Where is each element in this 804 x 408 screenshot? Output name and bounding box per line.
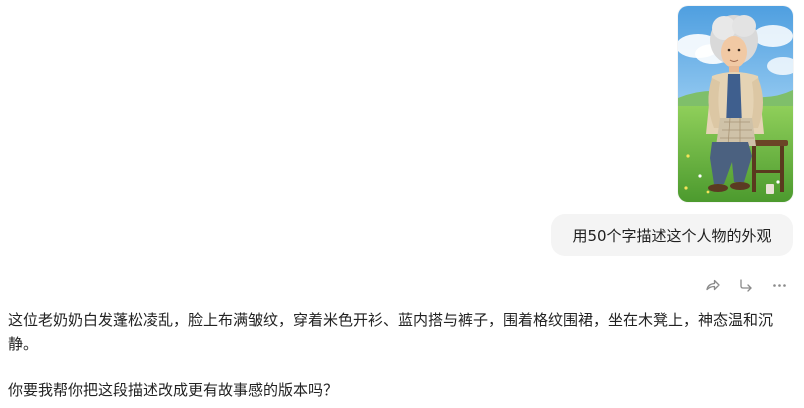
more-icon [771,277,788,294]
elderly-woman-illustration [678,6,793,202]
more-button[interactable] [768,274,790,296]
user-message-text: 用50个字描述这个人物的外观 [572,226,772,245]
message-actions [0,274,804,296]
share-icon [704,277,721,294]
chat-page: 用50个字描述这个人物的外观 这位老奶奶白发蓬松凌乱，脸上布满皱纹，穿着米色开衫… [0,0,804,408]
assistant-message: 这位老奶奶白发蓬松凌乱，脸上布满皱纹，穿着米色开衫、蓝内搭与裤子，围着格纹围裙，… [8,308,794,402]
assistant-paragraph-description: 这位老奶奶白发蓬松凌乱，脸上布满皱纹，穿着米色开衫、蓝内搭与裤子，围着格纹围裙，… [8,311,774,353]
assistant-paragraph-followup: 你要我帮你把这段描述改成更有故事感的版本吗？ [8,381,339,399]
reply-button[interactable] [735,274,757,296]
user-message-bubble: 用50个字描述这个人物的外观 [551,214,793,256]
uploaded-image[interactable] [678,6,793,202]
reply-icon [738,277,755,294]
share-button[interactable] [701,274,723,296]
